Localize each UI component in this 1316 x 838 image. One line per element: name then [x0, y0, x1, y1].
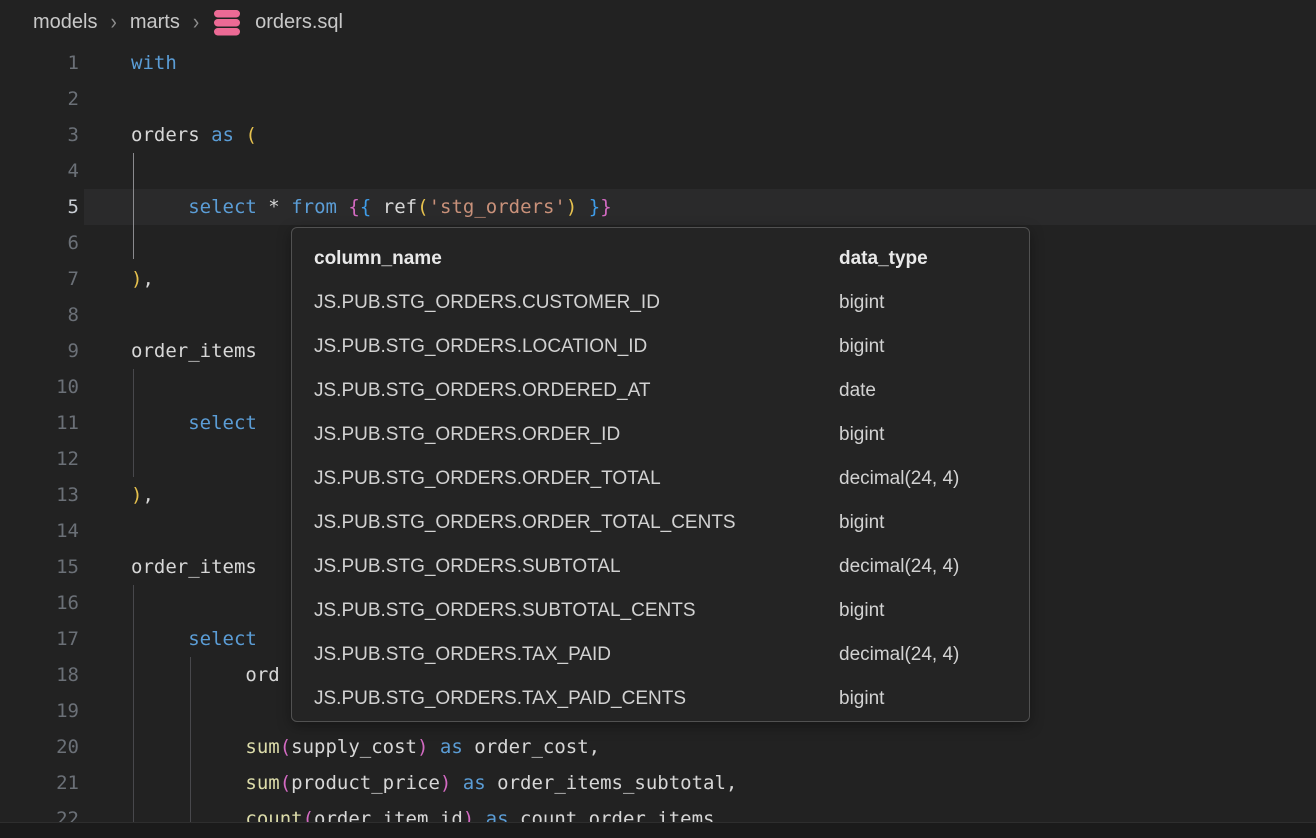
code-line[interactable]: 5 select * from {{ ref('stg_orders') }}: [0, 189, 1316, 225]
table-row: JS.PUB.STG_ORDERS.ORDER_ID bigint: [292, 413, 1029, 457]
line-number: 18: [0, 657, 79, 693]
column-name-cell: JS.PUB.STG_ORDERS.SUBTOTAL: [314, 545, 621, 589]
code-text: orders as (: [131, 117, 257, 153]
line-number: 3: [0, 117, 79, 153]
line-number: 17: [0, 621, 79, 657]
column-name-cell: JS.PUB.STG_ORDERS.LOCATION_ID: [314, 325, 647, 369]
table-row: JS.PUB.STG_ORDERS.LOCATION_ID bigint: [292, 325, 1029, 369]
table-row: JS.PUB.STG_ORDERS.TAX_PAID_CENTS bigint: [292, 677, 1029, 721]
line-number: 20: [0, 729, 79, 765]
column-name-header: column_name: [314, 237, 442, 281]
breadcrumb-file-name[interactable]: orders.sql: [255, 11, 343, 34]
data-type-cell: bigint: [839, 413, 884, 457]
line-number: 5: [0, 189, 79, 225]
table-row: JS.PUB.STG_ORDERS.CUSTOMER_ID bigint: [292, 281, 1029, 325]
data-type-cell: decimal(24, 4): [839, 633, 959, 677]
line-number: 8: [0, 297, 79, 333]
indent-guide: [133, 585, 134, 823]
code-line[interactable]: 3 orders as (: [0, 117, 1316, 153]
column-name-cell: JS.PUB.STG_ORDERS.ORDERED_AT: [314, 369, 650, 413]
data-type-cell: bigint: [839, 325, 884, 369]
table-row: JS.PUB.STG_ORDERS.TAX_PAID decimal(24, 4): [292, 633, 1029, 677]
bottom-strip: [0, 822, 1316, 838]
table-row: JS.PUB.STG_ORDERS.SUBTOTAL_CENTS bigint: [292, 589, 1029, 633]
code-text: ),: [131, 261, 154, 297]
code-text: ord: [131, 657, 280, 693]
data-type-cell: bigint: [839, 281, 884, 325]
column-name-cell: JS.PUB.STG_ORDERS.ORDER_TOTAL: [314, 457, 661, 501]
code-text: sum(supply_cost) as order_cost,: [131, 729, 600, 765]
column-name-cell: JS.PUB.STG_ORDERS.SUBTOTAL_CENTS: [314, 589, 696, 633]
line-number: 21: [0, 765, 79, 801]
breadcrumb-items: models › marts ›: [33, 11, 199, 34]
table-body: JS.PUB.STG_ORDERS.CUSTOMER_IDbigintJS.PU…: [292, 281, 1029, 721]
code-text: sum(product_price) as order_items_subtot…: [131, 765, 737, 801]
code-line[interactable]: 21 sum(product_price) as order_items_sub…: [0, 765, 1316, 801]
line-number: 1: [0, 45, 79, 81]
code-line[interactable]: 4: [0, 153, 1316, 189]
table-row: JS.PUB.STG_ORDERS.ORDERED_AT date: [292, 369, 1029, 413]
data-type-cell: date: [839, 369, 876, 413]
column-name-cell: JS.PUB.STG_ORDERS.ORDER_ID: [314, 413, 620, 457]
column-name-cell: JS.PUB.STG_ORDERS.TAX_PAID_CENTS: [314, 677, 686, 721]
data-type-cell: bigint: [839, 501, 884, 545]
column-metadata-popup: column_name data_type JS.PUB.STG_ORDERS.…: [291, 227, 1030, 722]
line-number: 19: [0, 693, 79, 729]
line-number: 15: [0, 549, 79, 585]
table-row: JS.PUB.STG_ORDERS.ORDER_TOTAL_CENTS bigin…: [292, 501, 1029, 545]
code-text: select: [131, 405, 257, 441]
code-text: order_items: [131, 333, 257, 369]
code-text: select: [131, 621, 257, 657]
line-number: 9: [0, 333, 79, 369]
code-text: ),: [131, 477, 154, 513]
column-name-cell: JS.PUB.STG_ORDERS.TAX_PAID: [314, 633, 611, 677]
breadcrumb-item[interactable]: models: [33, 11, 97, 34]
indent-guide: [190, 657, 191, 823]
breadcrumb: models › marts › orders.sql: [0, 0, 1316, 45]
breadcrumb-item[interactable]: marts: [130, 11, 180, 34]
line-number: 2: [0, 81, 79, 117]
data-type-cell: bigint: [839, 677, 884, 721]
line-number: 16: [0, 585, 79, 621]
data-type-cell: bigint: [839, 589, 884, 633]
indent-guide: [133, 369, 134, 477]
data-type-header: data_type: [839, 237, 928, 281]
database-icon: [212, 9, 242, 36]
code-line[interactable]: 20 sum(supply_cost) as order_cost,: [0, 729, 1316, 765]
code-line[interactable]: 1 with: [0, 45, 1316, 81]
table-row: JS.PUB.STG_ORDERS.SUBTOTAL decimal(24, 4): [292, 545, 1029, 589]
line-number: 10: [0, 369, 79, 405]
line-number: 14: [0, 513, 79, 549]
line-number: 12: [0, 441, 79, 477]
breadcrumb-separator-icon: ›: [193, 10, 199, 35]
code-line[interactable]: 2: [0, 81, 1316, 117]
code-text: select * from {{ ref('stg_orders') }}: [131, 189, 612, 225]
line-number: 7: [0, 261, 79, 297]
table-header-row: column_name data_type: [292, 237, 1029, 281]
data-type-cell: decimal(24, 4): [839, 457, 959, 501]
table-row: JS.PUB.STG_ORDERS.ORDER_TOTAL decimal(24,…: [292, 457, 1029, 501]
line-number: 6: [0, 225, 79, 261]
column-name-cell: JS.PUB.STG_ORDERS.ORDER_TOTAL_CENTS: [314, 501, 736, 545]
column-name-cell: JS.PUB.STG_ORDERS.CUSTOMER_ID: [314, 281, 660, 325]
data-type-cell: decimal(24, 4): [839, 545, 959, 589]
line-number: 11: [0, 405, 79, 441]
line-number: 13: [0, 477, 79, 513]
breadcrumb-separator-icon: ›: [110, 10, 116, 35]
code-text: order_items: [131, 549, 257, 585]
code-text: with: [131, 45, 177, 81]
line-number: 4: [0, 153, 79, 189]
active-indent-guide: [133, 153, 134, 259]
